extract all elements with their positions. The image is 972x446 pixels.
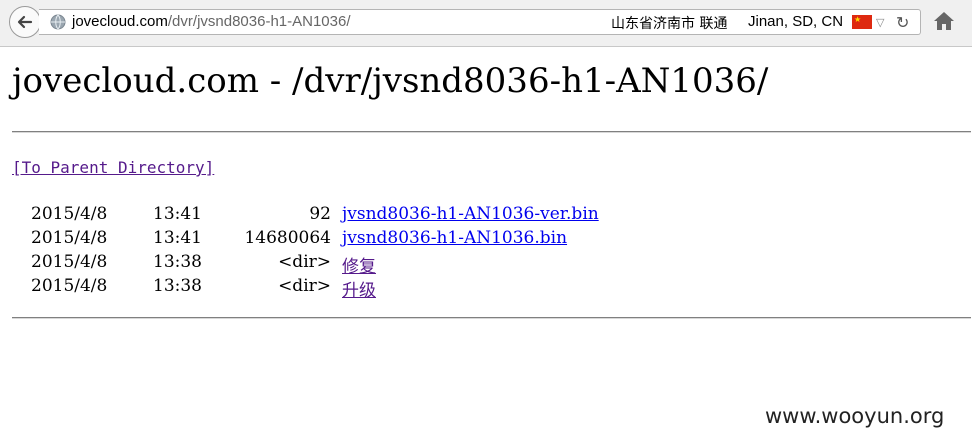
file-link[interactable]: jvsnd8036-h1-AN1036-ver.bin [342, 204, 599, 224]
folder-link[interactable]: 升级 [342, 276, 376, 301]
entry-size: 14680064 [244, 228, 331, 248]
entry-date: 2015/4/8 [31, 276, 108, 296]
globe-icon [50, 14, 66, 30]
geo-location: Jinan, SD, CN [748, 13, 844, 30]
url-path: /dvr/jvsnd8036-h1-AN1036/ [167, 13, 351, 30]
reload-icon[interactable]: ↻ [896, 13, 909, 32]
address-bar[interactable]: jovecloud.com/dvr/jvsnd8036-h1-AN1036/ 山… [39, 9, 921, 35]
entry-time: 13:41 [153, 204, 202, 224]
parent-directory-link[interactable]: [To Parent Directory] [12, 158, 214, 177]
entry-date: 2015/4/8 [31, 204, 108, 224]
china-flag-icon: ★ [852, 15, 872, 29]
entry-time: 13:38 [153, 252, 202, 272]
entry-size: 92 [309, 204, 331, 224]
divider-top [12, 131, 971, 133]
back-arrow-icon [17, 15, 33, 29]
entry-time: 13:38 [153, 276, 202, 296]
browser-toolbar: jovecloud.com/dvr/jvsnd8036-h1-AN1036/ 山… [0, 0, 972, 47]
back-button[interactable] [9, 6, 41, 38]
page-title: jovecloud.com - /dvr/jvsnd8036-h1-AN1036… [12, 61, 769, 101]
folder-link[interactable]: 修复 [342, 252, 376, 277]
file-link[interactable]: jvsnd8036-h1-AN1036.bin [342, 228, 567, 248]
entry-date: 2015/4/8 [31, 228, 108, 248]
url-host: jovecloud.com [72, 13, 168, 30]
dropdown-icon[interactable]: ▽ [876, 16, 884, 29]
entry-size: <dir> [278, 276, 331, 296]
entry-size: <dir> [278, 252, 331, 272]
divider-bottom [12, 317, 971, 319]
entry-time: 13:41 [153, 228, 202, 248]
home-icon[interactable] [933, 11, 955, 31]
watermark: www.wooyun.org [765, 404, 945, 428]
entry-date: 2015/4/8 [31, 252, 108, 272]
geo-region: 山东省济南市 联通 [611, 16, 728, 32]
url-text[interactable]: jovecloud.com/dvr/jvsnd8036-h1-AN1036/ [72, 13, 351, 30]
